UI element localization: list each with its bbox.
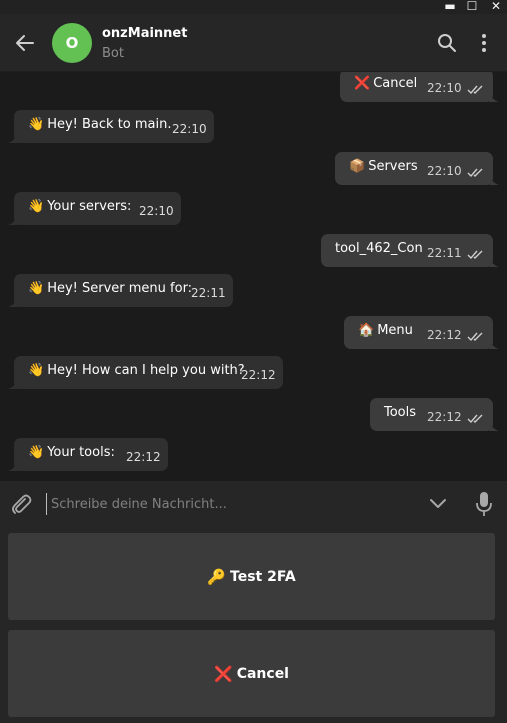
button-label: Cancel	[236, 665, 289, 682]
message-time: 22:12	[126, 450, 161, 464]
double-check-icon	[467, 332, 483, 342]
message-time: 22:12	[427, 328, 462, 342]
message-outgoing[interactable]: tool_462_Con 22:11	[321, 234, 499, 267]
message-text: Your servers:	[47, 199, 132, 214]
waving-hand-icon: 👋	[28, 363, 45, 378]
double-check-icon	[467, 85, 483, 95]
waving-hand-icon: 👋	[28, 117, 45, 132]
close-window-button[interactable]: ✕	[489, 0, 503, 13]
package-icon: 📦	[349, 159, 366, 174]
message-incoming[interactable]: 👋 Hey! Server menu for: 22:11	[8, 274, 233, 307]
message-incoming[interactable]: 👋 Hey! Back to main. 22:10	[8, 110, 214, 143]
bubble-tail	[8, 297, 18, 307]
message-text: Tools	[384, 405, 417, 420]
message-outgoing[interactable]: Tools 22:12	[370, 398, 499, 431]
message-time: 22:11	[427, 246, 462, 260]
key-icon: 🔑	[207, 567, 227, 586]
message-outgoing[interactable]: ❌ Cancel 22:10	[340, 72, 499, 102]
bubble-tail	[489, 339, 499, 349]
bot-keyboard: 🔑 Test 2FA ❌ Cancel	[0, 527, 507, 723]
message-list[interactable]: ❌ Cancel 22:10 👋 Hey! Back to main. 22:10 …	[0, 72, 507, 481]
minimize-button[interactable]: ▬	[443, 0, 457, 13]
message-text: Menu	[377, 323, 413, 338]
bubble-tail	[489, 92, 499, 102]
message-time: 22:11	[191, 286, 226, 300]
message-time: 22:10	[172, 122, 207, 136]
message-text: Hey! Back to main.	[47, 117, 172, 132]
message-input[interactable]	[46, 493, 406, 515]
waving-hand-icon: 👋	[28, 445, 45, 460]
maximize-button[interactable]: ☐	[465, 0, 479, 13]
bubble-tail	[489, 421, 499, 431]
message-text: Hey! How can I help you with?	[47, 363, 245, 378]
bubble-tail	[489, 257, 499, 267]
message-time: 22:12	[427, 410, 462, 424]
chat-status: Bot	[102, 46, 124, 61]
message-text: Your tools:	[47, 445, 115, 460]
red-x-icon: ❌	[214, 664, 233, 683]
avatar[interactable]: O	[52, 23, 92, 63]
chevron-down-icon[interactable]	[428, 495, 448, 513]
double-check-icon	[467, 250, 483, 260]
paperclip-icon[interactable]	[10, 492, 32, 516]
bubble-tail	[8, 215, 18, 225]
message-text: Hey! Server menu for:	[47, 281, 193, 296]
bubble-tail	[8, 461, 18, 471]
message-incoming[interactable]: 👋 Your servers: 22:10	[8, 192, 181, 225]
double-check-icon	[467, 414, 483, 424]
house-icon: 🏠	[358, 323, 375, 338]
waving-hand-icon: 👋	[28, 281, 45, 296]
double-check-icon	[467, 168, 483, 178]
message-incoming[interactable]: 👋 Hey! How can I help you with? 22:12	[8, 356, 283, 389]
button-label: Test 2FA	[230, 568, 296, 585]
more-menu-icon[interactable]	[476, 33, 492, 53]
waving-hand-icon: 👋	[28, 199, 45, 214]
test-2fa-button[interactable]: 🔑 Test 2FA	[8, 533, 495, 620]
bubble-tail	[489, 175, 499, 185]
message-time: 22:10	[139, 204, 174, 218]
message-time: 22:12	[241, 368, 276, 382]
window-titlebar: ▬ ☐ ✕	[0, 0, 507, 14]
chat-title[interactable]: onzMainnet	[102, 26, 187, 41]
message-incoming[interactable]: 👋 Your tools: 22:12	[8, 438, 168, 471]
message-outgoing[interactable]: 🏠 Menu 22:12	[344, 316, 499, 349]
message-composer	[0, 481, 507, 527]
red-x-icon: ❌	[354, 76, 371, 91]
message-outgoing[interactable]: 📦 Servers 22:10	[335, 152, 499, 185]
message-time: 22:10	[427, 81, 462, 95]
message-text: Servers	[368, 159, 418, 174]
microphone-icon[interactable]	[474, 491, 494, 517]
message-text: Cancel	[373, 76, 418, 91]
bubble-tail	[8, 379, 18, 389]
cancel-button[interactable]: ❌ Cancel	[8, 630, 495, 717]
chat-header: O onzMainnet Bot	[0, 14, 507, 72]
bubble-tail	[8, 133, 18, 143]
back-arrow-icon[interactable]	[12, 30, 38, 56]
message-text: tool_462_Con	[335, 241, 423, 256]
message-time: 22:10	[427, 164, 462, 178]
search-icon[interactable]	[437, 33, 457, 53]
